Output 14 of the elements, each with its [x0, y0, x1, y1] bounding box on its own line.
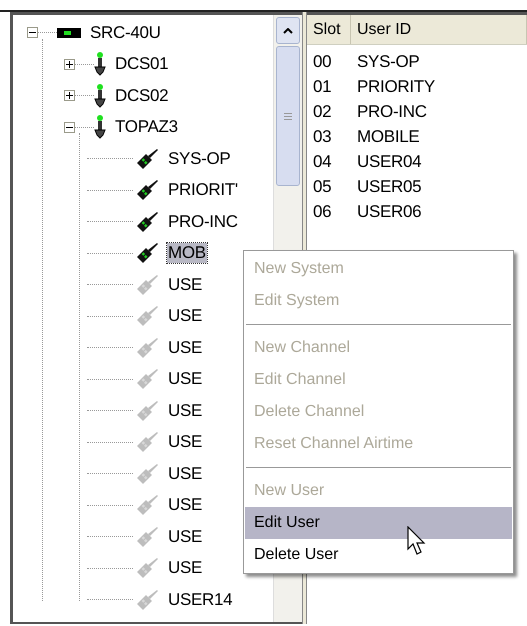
table-cell-text: 04: [312, 150, 332, 173]
table-cell-text: 05: [312, 176, 332, 198]
table-cell-text: USER05: [356, 176, 422, 198]
table-cell-text: 06: [312, 200, 332, 223]
table-cell-text: 03: [312, 126, 332, 148]
table-cell-text: 01: [312, 76, 332, 98]
table-cell-text: SYS-OP: [356, 50, 420, 73]
table-cell-text: 02: [312, 100, 332, 123]
table-cell-text: USER06: [356, 200, 422, 223]
table-cell-text: MOBILE: [356, 126, 420, 148]
table-cell-text: PRIORITY: [356, 76, 436, 98]
table-cell-text: PRO-INC: [356, 100, 428, 123]
table-cell-text: 00: [312, 50, 332, 73]
table-cell-text: USER04: [356, 150, 422, 173]
